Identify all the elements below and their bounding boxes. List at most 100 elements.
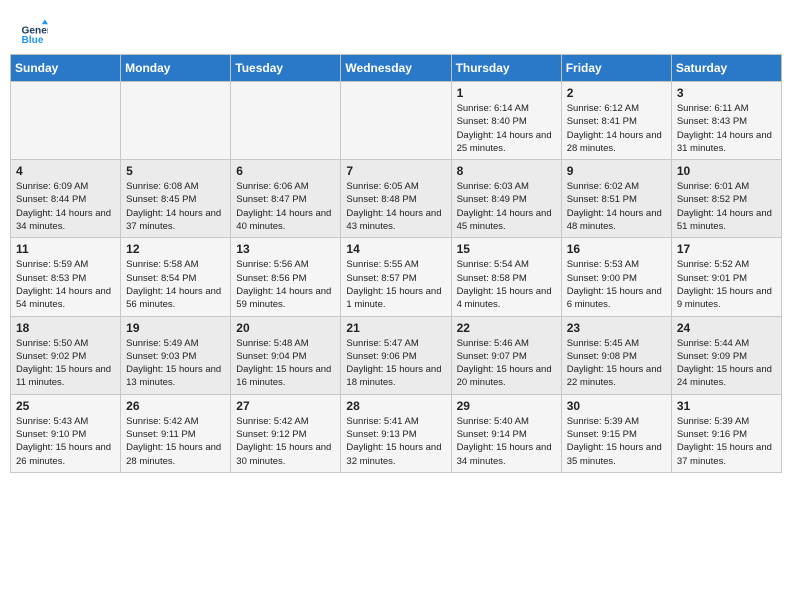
cell-sun-info: Sunrise: 5:50 AM Sunset: 9:02 PM Dayligh… — [16, 337, 115, 390]
calendar-cell: 2Sunrise: 6:12 AM Sunset: 8:41 PM Daylig… — [561, 82, 671, 160]
calendar-cell — [11, 82, 121, 160]
calendar-cell: 11 Sunrise: 5:59 AM Sunset: 8:53 PM Dayli… — [11, 238, 121, 316]
calendar-cell: 8Sunrise: 6:03 AM Sunset: 8:49 PM Daylig… — [451, 160, 561, 238]
calendar-cell: 27 Sunrise: 5:42 AM Sunset: 9:12 PM Dayli… — [231, 394, 341, 472]
day-number: 15 — [457, 242, 556, 256]
day-number: 13 — [236, 242, 335, 256]
day-number: 21 — [346, 321, 445, 335]
day-number: 28 — [346, 399, 445, 413]
calendar-week: 4Sunrise: 6:09 AM Sunset: 8:44 PM Daylig… — [11, 160, 782, 238]
calendar-cell: 14Sunrise: 5:55 AM Sunset: 8:57 PM Dayli… — [341, 238, 451, 316]
calendar-cell: 6Sunrise: 6:06 AM Sunset: 8:47 PM Daylig… — [231, 160, 341, 238]
cell-sun-info: Sunrise: 5:42 AM Sunset: 9:11 PM Dayligh… — [126, 415, 225, 468]
day-number: 10 — [677, 164, 776, 178]
cell-sun-info: Sunrise: 5:47 AM Sunset: 9:06 PM Dayligh… — [346, 337, 445, 390]
cell-sun-info: Sunrise: 6:02 AM Sunset: 8:51 PM Dayligh… — [567, 180, 666, 233]
svg-text:Blue: Blue — [22, 35, 44, 46]
calendar-cell: 25 Sunrise: 5:43 AM Sunset: 9:10 PM Dayli… — [11, 394, 121, 472]
calendar-cell: 12 Sunrise: 5:58 AM Sunset: 8:54 PM Dayli… — [121, 238, 231, 316]
cell-sun-info: Sunrise: 6:06 AM Sunset: 8:47 PM Dayligh… — [236, 180, 335, 233]
day-number: 1 — [457, 86, 556, 100]
calendar-cell: 20 Sunrise: 5:48 AM Sunset: 9:04 PM Dayli… — [231, 316, 341, 394]
calendar-cell: 5 Sunrise: 6:08 AM Sunset: 8:45 PM Daylig… — [121, 160, 231, 238]
day-number: 22 — [457, 321, 556, 335]
cell-sun-info: Sunrise: 5:58 AM Sunset: 8:54 PM Dayligh… — [126, 258, 225, 311]
day-number: 11 — [16, 242, 115, 256]
calendar-cell: 29 Sunrise: 5:40 AM Sunset: 9:14 PM Dayli… — [451, 394, 561, 472]
weekday-header: Saturday — [671, 55, 781, 82]
day-number: 3 — [677, 86, 776, 100]
calendar-cell: 19 Sunrise: 5:49 AM Sunset: 9:03 PM Dayli… — [121, 316, 231, 394]
calendar-cell: 17 Sunrise: 5:52 AM Sunset: 9:01 PM Dayli… — [671, 238, 781, 316]
weekday-header: Friday — [561, 55, 671, 82]
calendar-cell: 16Sunrise: 5:53 AM Sunset: 9:00 PM Dayli… — [561, 238, 671, 316]
page-header: General Blue — [10, 10, 782, 50]
weekday-header: Monday — [121, 55, 231, 82]
calendar-cell: 30 Sunrise: 5:39 AM Sunset: 9:15 PM Dayli… — [561, 394, 671, 472]
cell-sun-info: Sunrise: 5:39 AM Sunset: 9:16 PM Dayligh… — [677, 415, 776, 468]
weekday-header: Wednesday — [341, 55, 451, 82]
cell-sun-info: Sunrise: 5:49 AM Sunset: 9:03 PM Dayligh… — [126, 337, 225, 390]
day-number: 5 — [126, 164, 225, 178]
calendar-cell — [121, 82, 231, 160]
calendar-table: SundayMondayTuesdayWednesdayThursdayFrid… — [10, 54, 782, 473]
day-number: 23 — [567, 321, 666, 335]
calendar-week: 1Sunrise: 6:14 AM Sunset: 8:40 PM Daylig… — [11, 82, 782, 160]
day-number: 2 — [567, 86, 666, 100]
cell-sun-info: Sunrise: 5:43 AM Sunset: 9:10 PM Dayligh… — [16, 415, 115, 468]
logo: General Blue — [20, 18, 52, 46]
day-number: 27 — [236, 399, 335, 413]
day-number: 4 — [16, 164, 115, 178]
cell-sun-info: Sunrise: 6:01 AM Sunset: 8:52 PM Dayligh… — [677, 180, 776, 233]
weekday-header: Thursday — [451, 55, 561, 82]
cell-sun-info: Sunrise: 5:52 AM Sunset: 9:01 PM Dayligh… — [677, 258, 776, 311]
cell-sun-info: Sunrise: 5:44 AM Sunset: 9:09 PM Dayligh… — [677, 337, 776, 390]
logo-icon: General Blue — [20, 18, 48, 46]
calendar-cell: 23 Sunrise: 5:45 AM Sunset: 9:08 PM Dayli… — [561, 316, 671, 394]
calendar-cell: 15Sunrise: 5:54 AM Sunset: 8:58 PM Dayli… — [451, 238, 561, 316]
cell-sun-info: Sunrise: 6:03 AM Sunset: 8:49 PM Dayligh… — [457, 180, 556, 233]
calendar-cell: 10 Sunrise: 6:01 AM Sunset: 8:52 PM Dayli… — [671, 160, 781, 238]
cell-sun-info: Sunrise: 5:55 AM Sunset: 8:57 PM Dayligh… — [346, 258, 445, 311]
cell-sun-info: Sunrise: 6:08 AM Sunset: 8:45 PM Dayligh… — [126, 180, 225, 233]
cell-sun-info: Sunrise: 6:05 AM Sunset: 8:48 PM Dayligh… — [346, 180, 445, 233]
cell-sun-info: Sunrise: 5:45 AM Sunset: 9:08 PM Dayligh… — [567, 337, 666, 390]
day-number: 25 — [16, 399, 115, 413]
cell-sun-info: Sunrise: 5:39 AM Sunset: 9:15 PM Dayligh… — [567, 415, 666, 468]
calendar-cell: 7Sunrise: 6:05 AM Sunset: 8:48 PM Daylig… — [341, 160, 451, 238]
day-number: 29 — [457, 399, 556, 413]
day-number: 19 — [126, 321, 225, 335]
day-number: 17 — [677, 242, 776, 256]
cell-sun-info: Sunrise: 5:53 AM Sunset: 9:00 PM Dayligh… — [567, 258, 666, 311]
calendar-cell: 4Sunrise: 6:09 AM Sunset: 8:44 PM Daylig… — [11, 160, 121, 238]
day-number: 20 — [236, 321, 335, 335]
weekday-header: Tuesday — [231, 55, 341, 82]
day-number: 30 — [567, 399, 666, 413]
cell-sun-info: Sunrise: 5:41 AM Sunset: 9:13 PM Dayligh… — [346, 415, 445, 468]
day-number: 9 — [567, 164, 666, 178]
calendar-cell: 3 Sunrise: 6:11 AM Sunset: 8:43 PM Daylig… — [671, 82, 781, 160]
calendar-cell: 1Sunrise: 6:14 AM Sunset: 8:40 PM Daylig… — [451, 82, 561, 160]
calendar-cell: 24 Sunrise: 5:44 AM Sunset: 9:09 PM Dayli… — [671, 316, 781, 394]
day-number: 18 — [16, 321, 115, 335]
calendar-cell: 26 Sunrise: 5:42 AM Sunset: 9:11 PM Dayli… — [121, 394, 231, 472]
day-number: 12 — [126, 242, 225, 256]
calendar-cell: 9 Sunrise: 6:02 AM Sunset: 8:51 PM Daylig… — [561, 160, 671, 238]
calendar-cell — [341, 82, 451, 160]
cell-sun-info: Sunrise: 6:11 AM Sunset: 8:43 PM Dayligh… — [677, 102, 776, 155]
calendar-cell: 31 Sunrise: 5:39 AM Sunset: 9:16 PM Dayli… — [671, 394, 781, 472]
calendar-cell: 21 Sunrise: 5:47 AM Sunset: 9:06 PM Dayli… — [341, 316, 451, 394]
cell-sun-info: Sunrise: 5:59 AM Sunset: 8:53 PM Dayligh… — [16, 258, 115, 311]
cell-sun-info: Sunrise: 5:56 AM Sunset: 8:56 PM Dayligh… — [236, 258, 335, 311]
cell-sun-info: Sunrise: 5:48 AM Sunset: 9:04 PM Dayligh… — [236, 337, 335, 390]
day-number: 26 — [126, 399, 225, 413]
calendar-cell: 13 Sunrise: 5:56 AM Sunset: 8:56 PM Dayli… — [231, 238, 341, 316]
day-number: 24 — [677, 321, 776, 335]
cell-sun-info: Sunrise: 5:42 AM Sunset: 9:12 PM Dayligh… — [236, 415, 335, 468]
calendar-week: 25 Sunrise: 5:43 AM Sunset: 9:10 PM Dayli… — [11, 394, 782, 472]
day-number: 31 — [677, 399, 776, 413]
cell-sun-info: Sunrise: 5:40 AM Sunset: 9:14 PM Dayligh… — [457, 415, 556, 468]
calendar-header: SundayMondayTuesdayWednesdayThursdayFrid… — [11, 55, 782, 82]
calendar-cell: 28 Sunrise: 5:41 AM Sunset: 9:13 PM Dayli… — [341, 394, 451, 472]
calendar-cell — [231, 82, 341, 160]
